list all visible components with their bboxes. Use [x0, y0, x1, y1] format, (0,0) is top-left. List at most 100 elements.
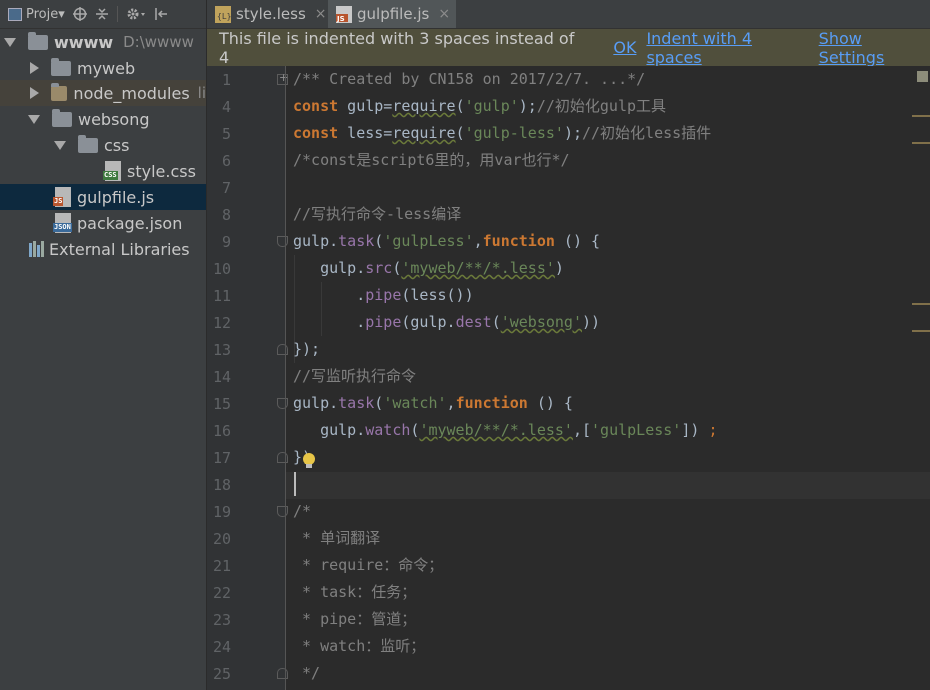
line-number: 11 — [212, 287, 231, 305]
folder-icon — [51, 82, 68, 101]
code-line-22: * task：任务； — [293, 583, 417, 601]
code-line-11: .pipe(less()) — [293, 286, 474, 304]
project-view-icon[interactable] — [8, 7, 22, 21]
collapse-all-icon[interactable] — [95, 7, 109, 21]
svg-text:JS: JS — [336, 15, 345, 23]
tree-item-label: gulpfile.js — [77, 187, 155, 207]
close-tab-icon[interactable]: × — [438, 6, 450, 22]
line-number: 18 — [212, 476, 231, 494]
tree-item-label: style.css — [127, 161, 196, 181]
code-line-12: .pipe(gulp.dest('websong')) — [293, 313, 601, 331]
line-number: 22 — [212, 584, 231, 602]
line-number: 6 — [221, 152, 231, 170]
code-line-15: gulp.task('watch',function () { — [293, 394, 573, 412]
svg-text:{L}: {L} — [217, 12, 231, 21]
error-stripe-mark[interactable] — [912, 142, 930, 144]
folder-icon — [51, 57, 71, 76]
project-view-dropdown[interactable]: Proje▾ — [26, 7, 65, 22]
error-stripe-mark[interactable] — [912, 303, 930, 305]
line-number: 12 — [212, 314, 231, 332]
library-root-suffix: li — [197, 84, 206, 102]
code-line-21: * require：命令； — [293, 556, 444, 574]
fold-expand-icon[interactable] — [277, 71, 288, 85]
code-line-24: * watch：监听； — [293, 637, 426, 655]
libraries-icon — [29, 241, 44, 257]
tab-label: gulpfile.js — [357, 5, 430, 23]
line-number: 17 — [212, 449, 231, 467]
tree-item-websong[interactable]: websong — [0, 106, 206, 132]
settings-gear-icon[interactable] — [126, 7, 146, 21]
line-number: 25 — [212, 665, 231, 683]
js-file-icon: JS — [53, 187, 71, 207]
line-number-gutter: 1 4 5 6 7 8 9 10 11 12 13 14 15 16 17 18… — [207, 66, 288, 690]
banner-message: This file is indented with 3 spaces inst… — [219, 28, 575, 67]
tree-item-external-libraries[interactable]: External Libraries — [0, 236, 206, 262]
fold-end-icon[interactable] — [277, 344, 288, 355]
error-stripe-mark[interactable] — [912, 115, 930, 117]
folder-icon — [78, 134, 98, 153]
tree-item-package-json[interactable]: JSON package.json — [0, 210, 206, 236]
line-number: 15 — [212, 395, 231, 413]
tree-item-myweb[interactable]: myweb — [0, 55, 206, 81]
line-number: 16 — [212, 422, 231, 440]
fold-collapse-icon[interactable] — [277, 236, 288, 247]
line-number: 9 — [221, 233, 231, 251]
line-number: 13 — [212, 341, 231, 359]
line-number: 1 — [221, 71, 231, 89]
tree-item-node-modules[interactable]: node_modules li — [0, 80, 206, 106]
toolbar-divider — [116, 6, 118, 22]
code-line-4: const gulp=require('gulp');//初始化gulp工具 — [293, 97, 667, 115]
code-line-25: */ — [293, 664, 321, 682]
close-tab-icon[interactable]: × — [315, 6, 327, 22]
fold-collapse-icon[interactable] — [277, 398, 288, 409]
show-settings-link[interactable]: Show Settings — [819, 29, 930, 67]
code-line-23: * pipe：管道； — [293, 610, 417, 628]
fold-collapse-icon[interactable] — [277, 506, 288, 517]
fold-end-icon[interactable] — [277, 668, 288, 679]
expanded-arrow-icon[interactable] — [54, 140, 66, 150]
code-line-13: }); — [293, 340, 321, 358]
error-stripe-mark[interactable] — [912, 330, 930, 332]
line-number: 14 — [212, 368, 231, 386]
tab-gulpfile-js[interactable]: JS gulpfile.js × — [328, 0, 456, 28]
hide-panel-icon[interactable] — [154, 7, 168, 21]
folder-icon — [52, 108, 72, 127]
indent-with-4-spaces-link[interactable]: Indent with 4 spaces — [646, 29, 808, 67]
code-editor[interactable]: 1 4 5 6 7 8 9 10 11 12 13 14 15 16 17 18… — [207, 66, 930, 690]
tab-style-less[interactable]: {L} style.less × — [207, 0, 327, 28]
tree-item-style-css[interactable]: CSS style.css — [0, 158, 206, 184]
tree-item-label: wwww — [54, 32, 114, 52]
folder-icon — [28, 31, 48, 50]
line-number: 5 — [221, 125, 231, 143]
project-path: D:\wwww — [123, 33, 194, 51]
locate-target-icon[interactable] — [72, 7, 87, 21]
tree-item-css[interactable]: css — [0, 132, 206, 158]
code-line-1: /** Created by CN158 on 2017/2/7. ...*/ — [293, 70, 646, 88]
collapsed-arrow-icon[interactable] — [30, 62, 39, 74]
code-line-20: * 单词翻译 — [293, 529, 381, 547]
line-number: 20 — [212, 530, 231, 548]
line-number: 4 — [221, 98, 231, 116]
inspection-status-icon[interactable] — [917, 71, 928, 82]
code-line-9: gulp.task('gulpLess',function () { — [293, 232, 601, 250]
line-number: 8 — [221, 206, 231, 224]
tree-item-label: node_modules — [73, 83, 190, 103]
tree-item-gulpfile-js[interactable]: JS gulpfile.js — [0, 184, 206, 210]
ok-link[interactable]: OK — [613, 38, 636, 57]
project-toolbar: Proje▾ — [0, 0, 206, 29]
js-file-icon: JS — [336, 5, 352, 23]
lightbulb-icon[interactable] — [303, 453, 315, 468]
indent-notification-banner: This file is indented with 3 spaces inst… — [207, 28, 930, 67]
line-number: 24 — [212, 638, 231, 656]
expanded-arrow-icon[interactable] — [28, 114, 40, 124]
expanded-arrow-icon[interactable] — [4, 37, 16, 47]
line-number: 7 — [221, 179, 231, 197]
tree-item-label: myweb — [77, 58, 136, 78]
code-line-6: /*const是script6里的，用var也行*/ — [293, 151, 570, 169]
line-number: 23 — [212, 611, 231, 629]
collapsed-arrow-icon[interactable] — [30, 87, 39, 99]
project-panel: Proje▾ wwww D:\wwww myweb node_modules l… — [0, 0, 207, 690]
json-file-icon: JSON — [53, 213, 72, 233]
tree-item-root[interactable]: wwww D:\wwww — [0, 29, 206, 55]
fold-end-icon[interactable] — [277, 452, 288, 463]
